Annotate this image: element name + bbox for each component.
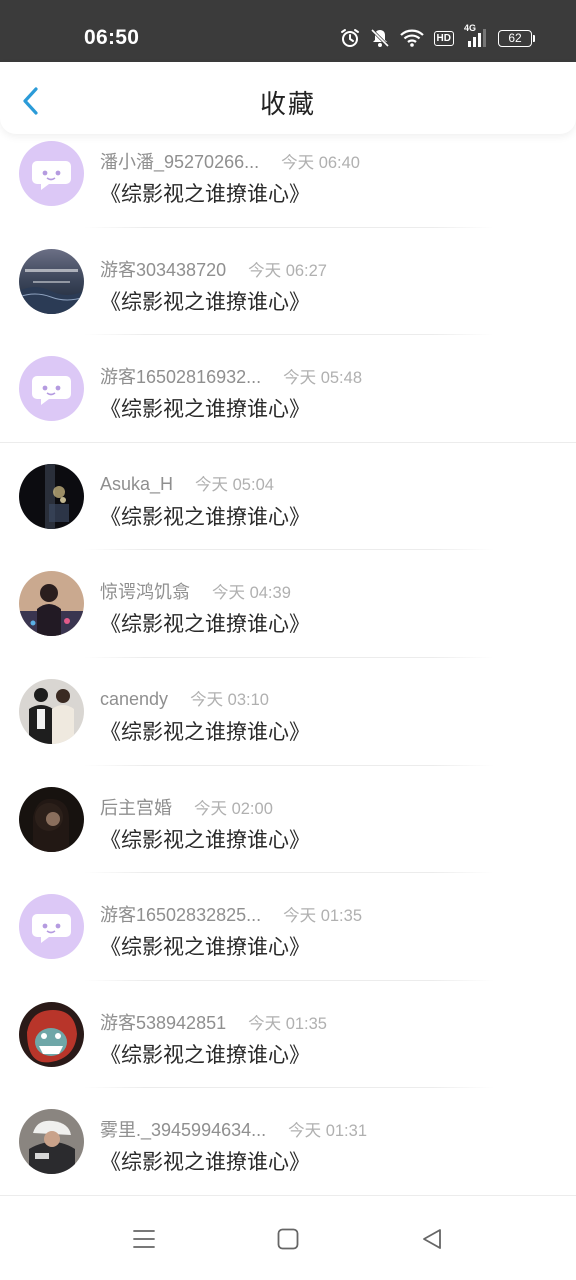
favorite-item[interactable]: 游客303438720 今天 06:27 《综影视之谁撩谁心》 <box>0 228 576 336</box>
status-time: 06:50 <box>84 26 140 49</box>
user-name: 游客16502816932... <box>100 367 262 388</box>
status-icons: HD 4G 62 <box>340 23 535 50</box>
item-meta: canendy 今天 03:10 <box>100 686 269 710</box>
back-triangle-icon <box>423 1229 441 1249</box>
favorite-item[interactable]: canendy 今天 03:10 《综影视之谁撩谁心》 <box>0 658 576 766</box>
photo-avatar-dark[interactable] <box>19 786 84 852</box>
book-title: 《综影视之谁撩谁心》 <box>100 289 310 314</box>
item-time: 今天 01:31 <box>288 1122 367 1141</box>
default-chat-avatar[interactable] <box>19 141 84 206</box>
item-time: 今天 05:04 <box>195 475 274 494</box>
page-title: 收藏 <box>259 90 316 120</box>
item-meta: 游客16502832825... 今天 01:35 <box>100 901 362 927</box>
favorite-item[interactable]: 游客16502816932... 今天 05:48 《综影视之谁撩谁心》 <box>0 335 576 443</box>
status-bar: 06:50 HD 4G 62 <box>0 0 576 62</box>
menu-icon <box>133 1230 155 1248</box>
photo-avatar-girl[interactable] <box>19 571 84 637</box>
user-name: canendy <box>100 688 169 709</box>
page-header: 收藏 <box>0 62 576 134</box>
book-title: 《综影视之谁撩谁心》 <box>100 1150 310 1175</box>
book-title: 《综影视之谁撩谁心》 <box>100 935 310 960</box>
user-name: 游客538942851 <box>100 1012 227 1033</box>
menu-button[interactable] <box>133 1228 155 1254</box>
default-chat-avatar[interactable] <box>19 356 84 422</box>
item-time: 今天 01:35 <box>283 907 362 926</box>
favorite-item[interactable]: 潘小潘_95270266... 今天 06:40 《综影视之谁撩谁心》 <box>0 120 576 228</box>
book-title: 《综影视之谁撩谁心》 <box>100 612 310 637</box>
user-name: 游客303438720 <box>100 259 227 280</box>
book-title: 《综影视之谁撩谁心》 <box>100 719 310 744</box>
photo-avatar-mask[interactable] <box>19 1001 84 1067</box>
book-title: 《综影视之谁撩谁心》 <box>100 504 310 529</box>
battery-icon: 62 <box>498 29 535 47</box>
favorites-list: 潘小潘_95270266... 今天 06:40 《综影视之谁撩谁心》 游客30… <box>0 120 576 1196</box>
item-time: 今天 06:40 <box>281 154 360 172</box>
user-name: 雾里._3945994634... <box>100 1120 267 1141</box>
item-time: 今天 01:35 <box>248 1014 327 1033</box>
user-name: 后主宫婚 <box>100 797 172 818</box>
alarm-icon <box>340 29 359 47</box>
system-nav-bar <box>0 1198 576 1280</box>
favorite-item[interactable]: 游客16502832825... 今天 01:35 《综影视之谁撩谁心》 <box>0 873 576 981</box>
user-name: 惊谔鸿饥翕 <box>100 582 190 603</box>
item-time: 今天 06:27 <box>248 261 327 280</box>
item-meta: 雾里._3945994634... 今天 01:31 <box>100 1116 367 1142</box>
book-title: 《综影视之谁撩谁心》 <box>100 827 310 852</box>
item-meta: 潘小潘_95270266... 今天 06:40 <box>100 148 360 174</box>
book-title: 《综影视之谁撩谁心》 <box>100 182 310 206</box>
favorite-item[interactable]: 惊谔鸿饥翕 今天 04:39 《综影视之谁撩谁心》 <box>0 550 576 658</box>
favorite-item[interactable]: 雾里._3945994634... 今天 01:31 《综影视之谁撩谁心》 <box>0 1088 576 1196</box>
favorite-item[interactable]: Asuka_H 今天 05:04 《综影视之谁撩谁心》 <box>0 443 576 551</box>
photo-avatar-sea[interactable] <box>19 248 84 314</box>
user-name: 潘小潘_95270266... <box>100 152 260 172</box>
default-chat-avatar[interactable] <box>19 894 84 960</box>
mute-icon <box>370 28 389 48</box>
favorite-item[interactable]: 后主宫婚 今天 02:00 《综影视之谁撩谁心》 <box>0 766 576 874</box>
user-name: Asuka_H <box>100 473 174 494</box>
item-time: 今天 04:39 <box>212 584 291 603</box>
book-title: 《综影视之谁撩谁心》 <box>100 1042 310 1067</box>
photo-avatar-couple[interactable] <box>19 678 84 744</box>
hd-icon: HD <box>433 30 454 46</box>
back-nav-button[interactable] <box>421 1228 443 1254</box>
item-time: 今天 05:48 <box>283 369 362 388</box>
item-meta: 惊谔鸿饥翕 今天 04:39 <box>100 578 291 604</box>
wifi-icon <box>399 29 424 47</box>
item-meta: 游客538942851 今天 01:35 <box>100 1009 327 1035</box>
item-meta: Asuka_H 今天 05:04 <box>100 471 274 495</box>
favorite-item[interactable]: 游客538942851 今天 01:35 《综影视之谁撩谁心》 <box>0 981 576 1089</box>
book-title: 《综影视之谁撩谁心》 <box>100 397 310 422</box>
item-meta: 游客16502816932... 今天 05:48 <box>100 363 362 389</box>
item-meta: 后主宫婚 今天 02:00 <box>100 794 273 820</box>
signal-icon: 4G <box>464 23 488 49</box>
item-meta: 游客303438720 今天 06:27 <box>100 256 327 282</box>
item-time: 今天 03:10 <box>190 690 269 709</box>
user-name: 游客16502832825... <box>100 905 262 926</box>
photo-avatar-cap[interactable] <box>19 1109 84 1175</box>
item-time: 今天 02:00 <box>194 799 273 818</box>
photo-avatar-night[interactable] <box>19 463 84 529</box>
home-button[interactable] <box>277 1228 299 1254</box>
divider <box>0 1194 576 1196</box>
home-icon <box>277 1228 299 1250</box>
